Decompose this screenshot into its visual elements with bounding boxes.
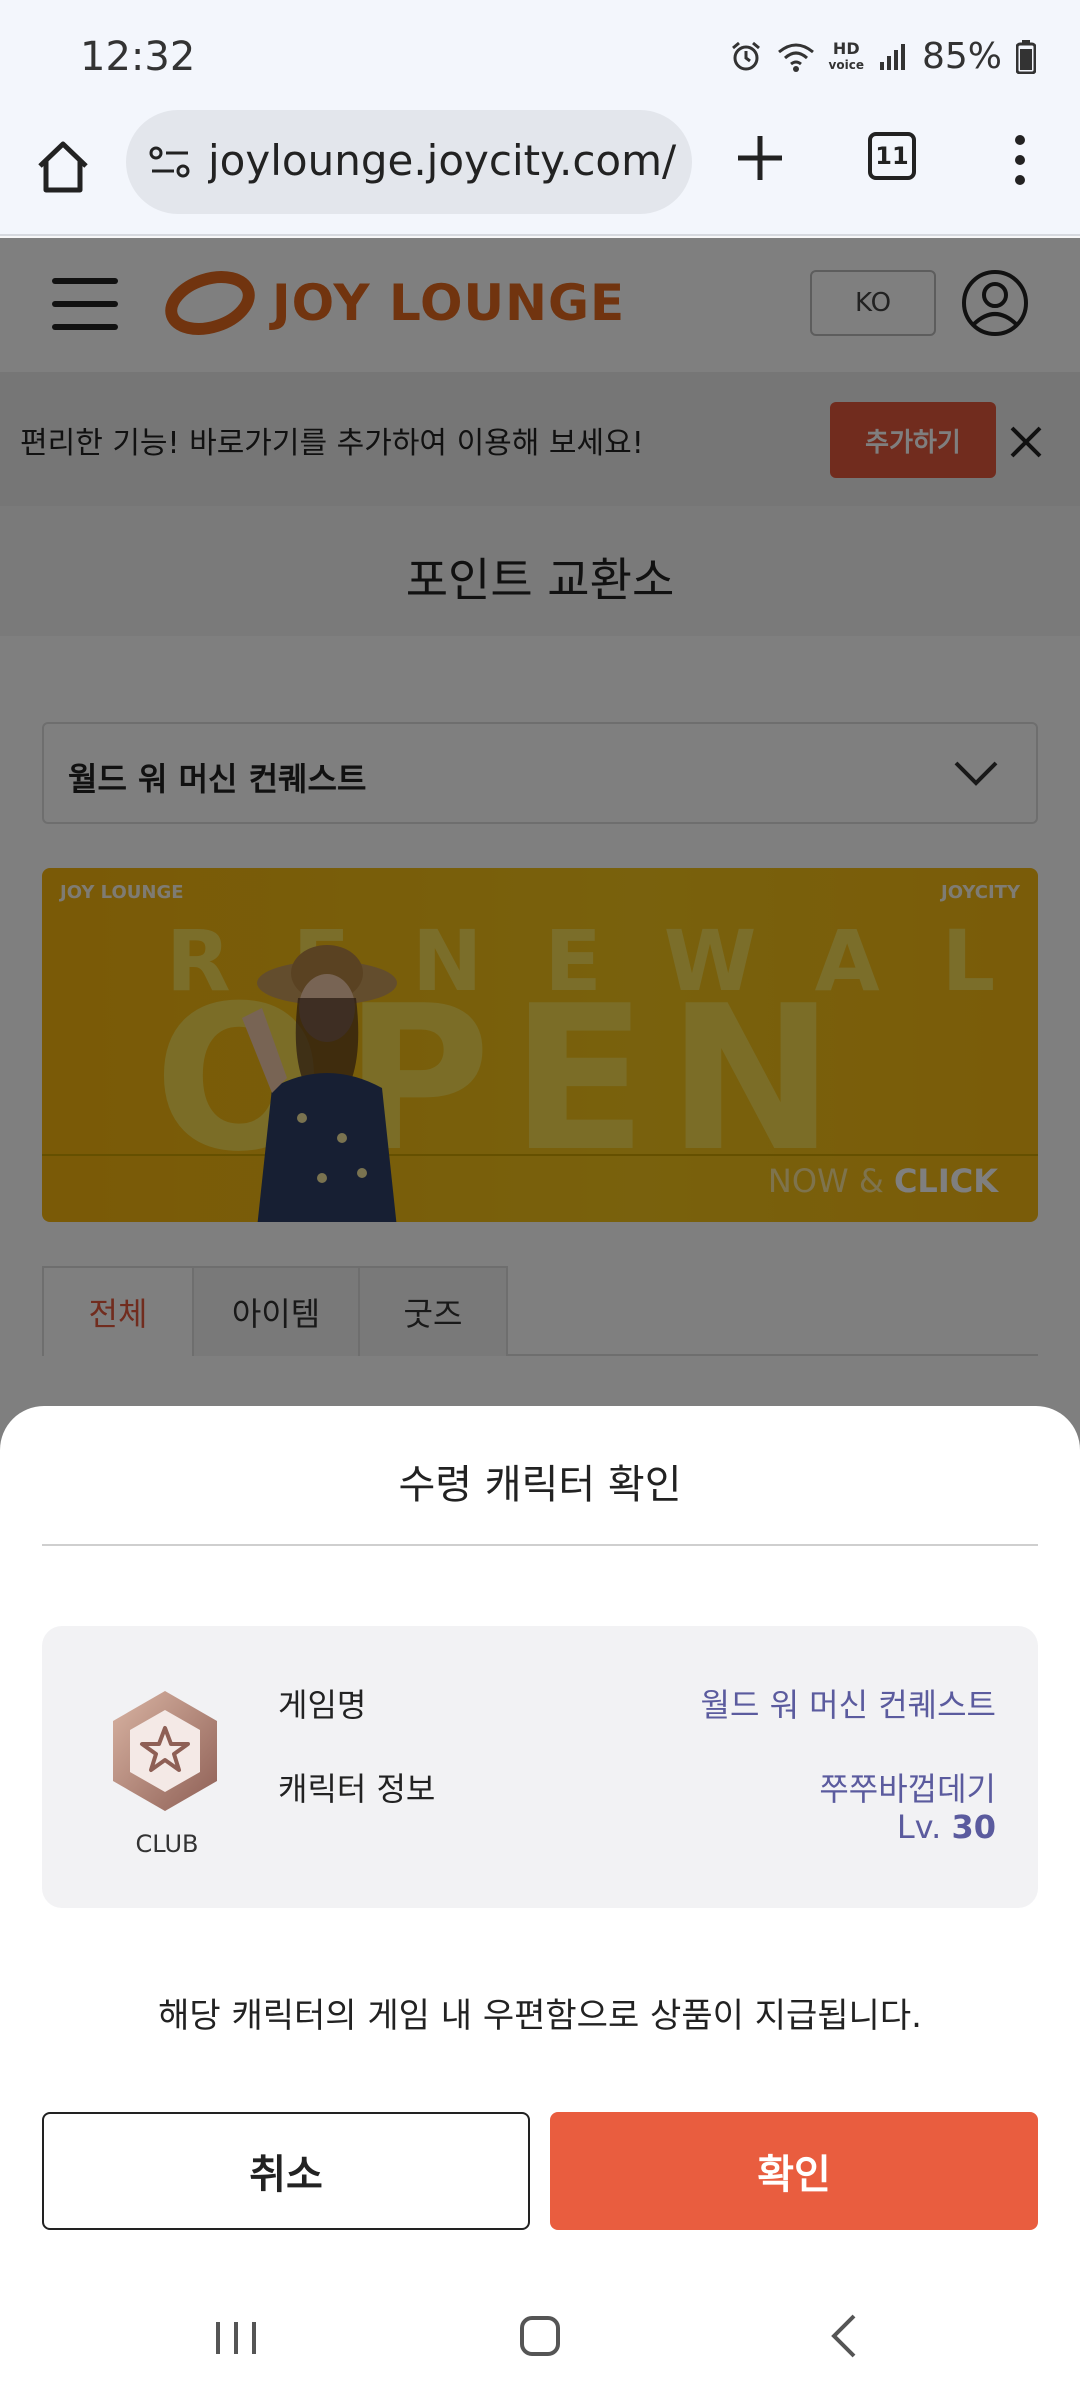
- home-nav-icon[interactable]: [500, 2306, 580, 2366]
- recent-apps-icon[interactable]: [196, 2306, 276, 2366]
- character-info-card: CLUB 게임명 월드 워 머신 컨퀘스트 캐릭터 정보 쭈쭈바껍데기 Lv. …: [42, 1626, 1038, 1908]
- confirm-button[interactable]: 확인: [550, 2112, 1038, 2230]
- wifi-icon: [777, 43, 814, 72]
- divider: [42, 1544, 1038, 1546]
- sheet-title: 수령 캐릭터 확인: [398, 1462, 682, 1508]
- cancel-button[interactable]: 취소: [42, 2112, 530, 2230]
- badge-label: CLUB: [135, 1830, 199, 1858]
- battery-icon: [1016, 39, 1036, 74]
- url-bar[interactable]: joylounge.joycity.com/k: [126, 110, 692, 214]
- more-options-icon[interactable]: [1000, 130, 1040, 190]
- character-name: 쭈쭈바껍데기: [819, 1770, 996, 1808]
- delivery-notice: 해당 캐릭터의 게임 내 우편함으로 상품이 지급됩니다.: [158, 1996, 922, 2036]
- character-level: Lv. 30: [897, 1808, 996, 1846]
- confirm-character-sheet: 수령 캐릭터 확인 CLUB 게임명 월드 워 머신 컨퀘스트 캐릭터 정보 쭈…: [0, 1406, 1080, 2400]
- new-tab-icon[interactable]: [730, 128, 790, 188]
- browser-toolbar: joylounge.joycity.com/k 11: [0, 110, 1080, 236]
- back-icon[interactable]: [804, 2306, 884, 2366]
- url-text: joylounge.joycity.com/k: [208, 136, 678, 185]
- level-value: 30: [951, 1808, 996, 1846]
- tab-switcher-button[interactable]: 11: [868, 132, 916, 180]
- level-prefix: Lv.: [896, 1808, 952, 1846]
- character-info-label: 캐릭터 정보: [278, 1770, 436, 1808]
- status-icons: HD voice 85%: [729, 36, 1036, 77]
- status-time: 12:32: [80, 34, 196, 80]
- alarm-icon: [731, 41, 760, 70]
- battery-percent: 85%: [921, 36, 1002, 77]
- club-badge-icon: [113, 1691, 217, 1811]
- status-bar: 12:32 HD voice 85%: [0, 0, 1080, 110]
- hd-label: HD: [832, 38, 860, 58]
- site-settings-icon[interactable]: [148, 144, 192, 180]
- voice-label: voice: [828, 57, 864, 72]
- home-icon[interactable]: [30, 134, 96, 200]
- game-name-value: 월드 워 머신 컨퀘스트: [700, 1686, 996, 1724]
- signal-icon: [879, 43, 905, 70]
- game-name-label: 게임명: [278, 1686, 367, 1724]
- system-navigation-bar: [0, 2276, 1080, 2400]
- hd-voice-icon: HD voice: [828, 38, 864, 73]
